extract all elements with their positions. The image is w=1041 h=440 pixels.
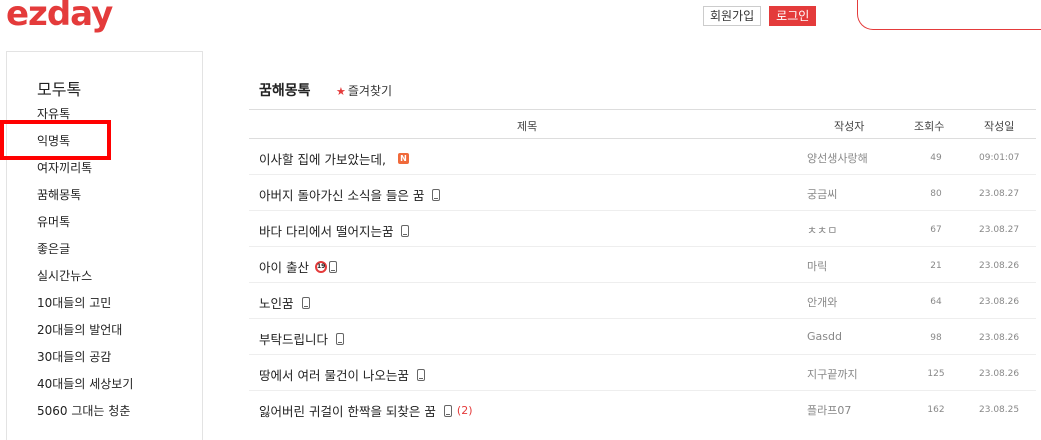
table-row[interactable]: 노인꿈 안개와 64 23.08.26	[249, 283, 1036, 319]
post-author[interactable]: 안개와	[807, 294, 837, 310]
sidebar-title[interactable]: 모두톡	[37, 76, 81, 100]
star-icon: ★	[336, 85, 346, 98]
table-row[interactable]: 아이 출산 19 마릭 21 23.08.26	[249, 247, 1036, 283]
post-author[interactable]: ㅊㅊㅁ	[807, 222, 837, 238]
table-row[interactable]: 이사할 집에 가보았는데, N 양선생사랑해 49 09:01:07	[249, 139, 1036, 175]
table-row[interactable]: 아버지 돌아가신 소식을 들은 꿈 궁금씨 80 23.08.27	[249, 175, 1036, 211]
post-title[interactable]: 아버지 돌아가신 소식을 들은 꿈	[259, 185, 424, 204]
sidebar-item-teens[interactable]: 10대들의 고민	[37, 293, 133, 320]
post-date: 23.08.27	[979, 225, 1020, 235]
selection-highlight-box	[0, 120, 111, 160]
post-author[interactable]: 마릭	[807, 258, 827, 274]
post-title[interactable]: 이사할 집에 가보았는데,	[259, 149, 386, 168]
post-date: 09:01:07	[979, 153, 1020, 163]
post-views: 67	[930, 225, 942, 235]
post-views: 125	[927, 369, 945, 379]
sidebar-item-twenties[interactable]: 20대들의 발언대	[37, 320, 133, 347]
table-row[interactable]: 잃어버린 귀걸이 한짝을 되찾은 꿈 (2) 플라프07 162 23.08.25	[249, 391, 1036, 427]
auth-buttons: 회원가입 로그인	[703, 6, 817, 26]
mobile-icon	[301, 296, 310, 309]
post-date: 23.08.26	[979, 261, 1020, 271]
sidebar-item-good-writing[interactable]: 좋은글	[37, 239, 133, 266]
post-title[interactable]: 아이 출산	[259, 257, 309, 276]
post-views: 162	[927, 405, 945, 415]
column-date: 작성일	[984, 120, 1015, 133]
sidebar-item-humor-talk[interactable]: 유머톡	[37, 212, 133, 239]
post-date: 23.08.27	[979, 189, 1020, 199]
sidebar-item-dream-talk[interactable]: 꿈해몽톡	[37, 185, 133, 212]
favorite-label: 즐겨찾기	[347, 84, 393, 98]
mobile-icon	[443, 404, 452, 417]
sidebar-item-5060[interactable]: 5060 그대는 청춘	[37, 401, 133, 428]
post-author[interactable]: 플라프07	[807, 402, 851, 418]
post-views: 49	[930, 153, 942, 163]
column-views: 조회수	[914, 120, 945, 133]
sidebar-item-women-talk[interactable]: 여자끼리톡	[37, 158, 133, 185]
mobile-icon	[432, 188, 441, 201]
post-views: 64	[930, 297, 942, 307]
post-title[interactable]: 잃어버린 귀걸이 한짝을 되찾은 꿈	[259, 401, 436, 420]
sidebar: 모두톡 자유톡 익명톡 여자끼리톡 꿈해몽톡 유머톡 좋은글 실시간뉴스 10대…	[6, 51, 203, 440]
post-date: 23.08.26	[979, 333, 1020, 343]
table-header: 제목 작성자 조회수 작성일	[249, 109, 1036, 139]
ezday-logo[interactable]: ezday	[6, 0, 113, 34]
mobile-icon	[401, 224, 410, 237]
comment-count[interactable]: (2)	[457, 404, 473, 417]
post-views: 21	[930, 261, 942, 271]
age-19-icon: 19	[314, 260, 327, 273]
post-views: 98	[930, 333, 942, 343]
post-date: 23.08.26	[979, 297, 1020, 307]
table-row[interactable]: 부탁드립니다 Gasdd 98 23.08.26	[249, 319, 1036, 355]
mobile-icon	[416, 368, 425, 381]
login-button[interactable]: 로그인	[769, 6, 817, 26]
post-title[interactable]: 바다 다리에서 떨어지는꿈	[259, 221, 393, 240]
post-date: 23.08.25	[979, 405, 1020, 415]
table-row[interactable]: 바다 다리에서 떨어지는꿈 ㅊㅊㅁ 67 23.08.27	[249, 211, 1036, 247]
post-title[interactable]: 땅에서 여러 물건이 나오는꿈	[259, 365, 409, 384]
post-views: 80	[930, 189, 942, 199]
post-date: 23.08.26	[979, 369, 1020, 379]
sidebar-item-live-news[interactable]: 실시간뉴스	[37, 266, 133, 293]
post-author[interactable]: 궁금씨	[807, 186, 837, 202]
column-author: 작성자	[834, 120, 865, 133]
post-table: 제목 작성자 조회수 작성일 이사할 집에 가보았는데, N 양선생사랑해 49 …	[249, 109, 1036, 427]
sidebar-item-forties[interactable]: 40대들의 세상보기	[37, 374, 133, 401]
sidebar-item-thirties[interactable]: 30대들의 공감	[37, 347, 133, 374]
post-title[interactable]: 부탁드립니다	[259, 329, 328, 348]
post-author[interactable]: 양선생사랑해	[807, 150, 868, 166]
table-row[interactable]: 땅에서 여러 물건이 나오는꿈 지구끝까지 125 23.08.26	[249, 355, 1036, 391]
favorite-button[interactable]: ★ 즐겨찾기	[336, 82, 392, 99]
mobile-icon	[328, 260, 337, 273]
search-input[interactable]	[857, 0, 1041, 30]
join-button[interactable]: 회원가입	[703, 6, 762, 26]
post-title[interactable]: 노인꿈	[259, 293, 294, 312]
post-author[interactable]: 지구끝까지	[807, 366, 858, 382]
post-author[interactable]: Gasdd	[807, 330, 842, 343]
new-badge-icon: N	[397, 153, 409, 164]
board-title: 꿈해몽톡	[259, 83, 311, 99]
mobile-icon	[336, 332, 345, 345]
column-title: 제목	[517, 120, 538, 133]
